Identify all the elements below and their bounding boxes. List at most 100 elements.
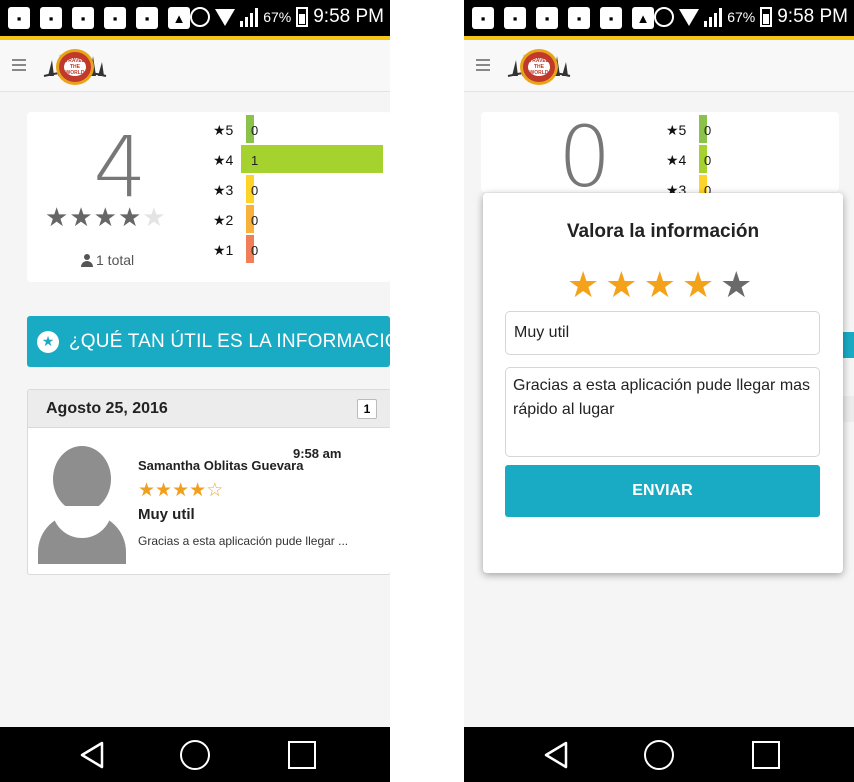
star-circle-icon: ★ — [37, 330, 59, 353]
usb-icon: ▪ — [536, 7, 558, 29]
review-author: Samantha Oblitas Guevara — [138, 458, 304, 473]
distribution-count: 1 — [251, 153, 259, 168]
status-bar: ▪ ▪ ▪ ▪ ▪ ▲ 67% 9:58 PM — [0, 0, 390, 40]
distribution-count: 0 — [251, 213, 259, 228]
send-button[interactable]: ENVIAR — [505, 465, 820, 517]
review-comment-textarea[interactable]: Gracias a esta aplicación pude llegar ma… — [505, 367, 820, 457]
sync-icon: ▪ — [136, 7, 158, 29]
review-count-badge: 1 — [357, 399, 377, 419]
review-date: Agosto 25, 2016 — [46, 400, 168, 417]
distribution-count: 0 — [704, 153, 712, 168]
star-icon: ★ — [138, 480, 156, 501]
review-excerpt: Gracias a esta aplicación pude llegar ..… — [138, 534, 349, 548]
distribution-row: ★3 0 — [213, 175, 388, 205]
menu-icon[interactable] — [476, 59, 490, 71]
user-icon — [81, 253, 93, 267]
signal-icon — [240, 7, 259, 27]
notification-icons: ▪ ▪ ▪ ▪ ▪ ▲ — [472, 7, 654, 29]
navigation-bar — [464, 727, 854, 782]
total-ratings: 1 total — [81, 252, 134, 268]
distribution-count: 0 — [251, 243, 259, 258]
rating-dialog: Valora la información ★ ★ ★ ★ ★ Gracias … — [483, 193, 843, 573]
rate-information-button[interactable]: ★ ¿QUÉ TAN ÚTIL ES LA INFORMACIÓ... — [27, 316, 390, 367]
review-group-header: Agosto 25, 2016 1 — [28, 390, 390, 428]
star-icon: ★ — [117, 202, 143, 232]
wifi-icon — [215, 8, 236, 26]
distribution-count: 0 — [251, 183, 259, 198]
app-bar: TRAVEL THE WORLD — [0, 40, 390, 92]
distribution-bar — [241, 145, 383, 173]
review-title: Muy util — [138, 506, 195, 523]
star-outline-icon: ☆ — [206, 480, 224, 501]
battery-percent: 67% — [263, 9, 292, 25]
total-label: 1 total — [96, 252, 135, 268]
distribution-row: ★5 0 — [213, 115, 388, 145]
distribution-row: ★4 0 — [666, 145, 836, 175]
sync-icon: ▪ — [600, 7, 622, 29]
image-icon: ▪ — [40, 7, 62, 29]
star-icon[interactable]: ★ — [567, 265, 599, 305]
clock: 9:58 PM — [313, 6, 384, 27]
recent-apps-icon[interactable] — [752, 741, 780, 769]
alarm-icon — [654, 7, 675, 27]
star-rating-input: ★ ★ ★ ★ ★ — [567, 265, 752, 305]
home-icon[interactable] — [644, 740, 674, 770]
distribution-row: ★4 1 — [213, 145, 388, 175]
review-time: 9:58 am — [293, 446, 342, 461]
usb-icon: ▪ — [72, 7, 94, 29]
status-bar: ▪ ▪ ▪ ▪ ▪ ▲ 67% 9:58 PM — [464, 0, 854, 40]
star-icon[interactable]: ★ — [644, 265, 676, 305]
message-icon: ▪ — [8, 7, 30, 29]
distribution-count: 0 — [704, 123, 712, 138]
average-stars: ★★★★★ — [45, 202, 167, 233]
rate-button-label: ¿QUÉ TAN ÚTIL ES LA INFORMACIÓ... — [69, 330, 390, 352]
distribution-count: 0 — [251, 123, 259, 138]
signal-icon — [704, 7, 723, 27]
wifi-icon — [679, 8, 700, 26]
distribution-label: ★5 — [213, 122, 234, 138]
star-icon: ★ — [142, 202, 167, 232]
avatar — [38, 446, 126, 564]
distribution-label: ★4 — [213, 152, 234, 168]
back-icon[interactable] — [542, 740, 570, 770]
star-icon[interactable]: ★ — [605, 265, 637, 305]
star-icon: ★ — [189, 480, 207, 501]
image-icon: ▪ — [504, 7, 526, 29]
travel-world-logo[interactable]: TRAVEL THE WORLD — [34, 44, 114, 88]
average-rating: 4 — [93, 118, 147, 216]
battery-percent: 67% — [727, 9, 756, 25]
app-icon: ▪ — [104, 7, 126, 29]
battery-icon — [760, 7, 773, 27]
rating-summary-card: 4 ★★★★★ 1 total ★5 0 ★4 1 ★3 0 ★2 0 ★1 0 — [27, 112, 390, 282]
star-icon[interactable]: ★ — [720, 265, 752, 305]
star-icon: ★ — [172, 480, 190, 501]
recent-apps-icon[interactable] — [288, 741, 316, 769]
star-icon: ★ — [69, 202, 94, 232]
star-icon: ★ — [45, 202, 70, 232]
star-icon: ★ — [155, 480, 173, 501]
home-icon[interactable] — [180, 740, 210, 770]
app-icon: ▪ — [568, 7, 590, 29]
rating-distribution: ★5 0 ★4 0 ★3 0 — [666, 115, 836, 205]
travel-world-logo[interactable]: TRAVEL THE WORLD — [498, 44, 578, 88]
rating-summary-card: 0 ★5 0 ★4 0 ★3 0 — [481, 112, 839, 203]
back-icon[interactable] — [78, 740, 106, 770]
distribution-label: ★2 — [213, 212, 234, 228]
notification-icons: ▪ ▪ ▪ ▪ ▪ ▲ — [8, 7, 190, 29]
review-title-input[interactable] — [505, 311, 820, 355]
distribution-label: ★4 — [666, 152, 687, 168]
review-group-card: Agosto 25, 2016 1 Samantha Oblitas Gueva… — [27, 389, 390, 575]
app-bar: TRAVEL THE WORLD — [464, 40, 854, 92]
menu-icon[interactable] — [12, 59, 26, 71]
clock: 9:58 PM — [777, 6, 848, 27]
dialog-title: Valora la información — [566, 221, 760, 242]
distribution-label: ★5 — [666, 122, 687, 138]
rating-distribution: ★5 0 ★4 1 ★3 0 ★2 0 ★1 0 — [213, 115, 388, 265]
star-icon: ★ — [93, 202, 118, 232]
review-stars: ★★★★☆ — [138, 479, 223, 502]
navigation-bar — [0, 727, 390, 782]
star-icon[interactable]: ★ — [682, 265, 714, 305]
warning-icon: ▲ — [168, 7, 190, 29]
screen-rating-summary: ▪ ▪ ▪ ▪ ▪ ▲ 67% 9:58 PM TRAVELTHEWORLD — [0, 0, 390, 782]
distribution-label: ★1 — [213, 242, 234, 258]
